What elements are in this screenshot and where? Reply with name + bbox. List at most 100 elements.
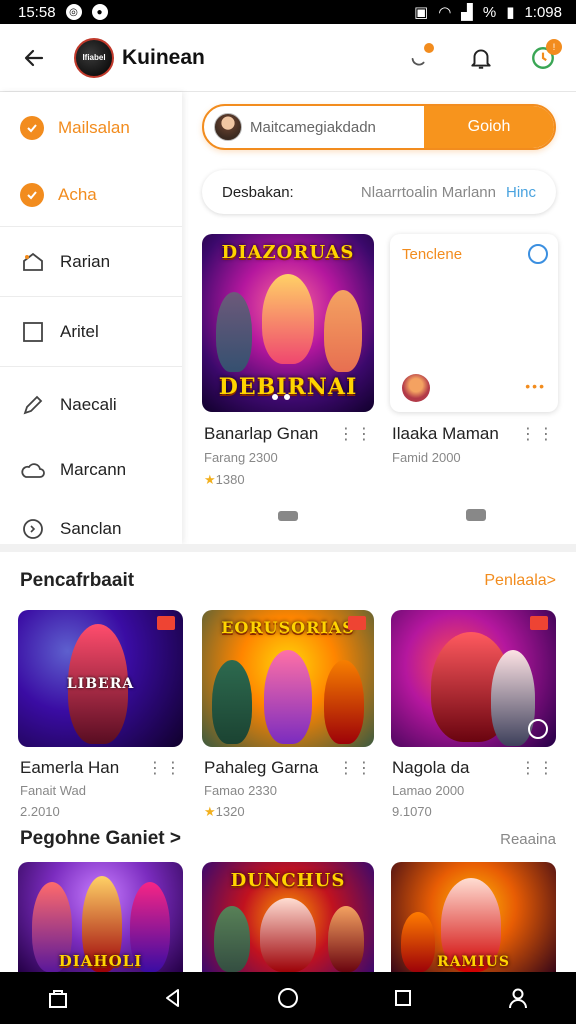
- sidebar-item-aritel[interactable]: Aritel: [0, 296, 182, 366]
- sidebar-item-label: Mailsalan: [58, 118, 130, 137]
- featured-card-title-row: Banarlap Gnan ⋮⋮: [204, 424, 374, 444]
- game-title: Nagola da: [392, 758, 470, 777]
- search-button[interactable]: Goioh: [424, 106, 554, 148]
- game-banner-title: RAMIUS: [437, 954, 510, 970]
- section-divider: [0, 544, 576, 552]
- refresh-button[interactable]: [402, 41, 436, 75]
- square-recents-icon: [395, 990, 412, 1006]
- sidebar-item-naecali[interactable]: Naecali: [0, 366, 182, 442]
- filter-label: Desbakan:: [222, 183, 294, 201]
- search-bar: Maitcamegiakdadn Goioh: [202, 104, 556, 150]
- game-card[interactable]: LIBERA: [18, 610, 183, 747]
- hero-figure: [260, 898, 316, 972]
- game-art: EORUSORIAS: [202, 610, 374, 747]
- card-title-row: Eamerla Han ⋮⋮: [20, 758, 183, 778]
- carousel-dots: [272, 394, 290, 400]
- signal-icon: ▟: [461, 4, 473, 21]
- rating-value: 1320: [215, 804, 245, 819]
- tag-icon: [157, 616, 175, 630]
- more-options-icon[interactable]: ⋮⋮: [338, 424, 374, 444]
- profile-button[interactable]: !: [526, 38, 562, 75]
- game-banner-title: EORUSORIAS: [221, 618, 355, 637]
- section-title[interactable]: Pegohne Ganiet >: [20, 828, 181, 850]
- game-art: DIAHOLI: [18, 862, 183, 972]
- more-options-icon[interactable]: ⋮⋮: [147, 758, 183, 778]
- card-title-row: Nagola da ⋮⋮: [392, 758, 556, 778]
- wifi-icon: ◠: [438, 4, 452, 21]
- filter-value[interactable]: Nlaarrtoalin Marlann: [361, 184, 496, 201]
- page-indicator: [278, 511, 298, 521]
- featured-info-card[interactable]: Tenclene •••: [390, 234, 558, 412]
- star-icon: ★: [204, 472, 216, 487]
- featured-game-card[interactable]: DIAZORUAS DEBIRNAI: [202, 234, 374, 412]
- search-input[interactable]: Maitcamegiakdadn: [242, 119, 424, 136]
- game-rating: ★1380: [204, 472, 245, 488]
- game-banner-title: DIAZORUAS: [221, 242, 355, 263]
- record-icon: ●: [91, 4, 108, 20]
- section-title: Pencafrbaait: [20, 570, 135, 591]
- sidebar-item-marcann[interactable]: Marcann: [0, 442, 182, 498]
- game-art: DIAZORUAS DEBIRNAI: [202, 234, 374, 412]
- game-banner-title: DIAHOLI: [58, 952, 143, 970]
- game-title: Banarlap Gnan: [204, 424, 319, 443]
- hero-figure: [328, 906, 364, 972]
- app-title: Kuinean: [122, 45, 205, 69]
- game-card[interactable]: EORUSORIAS: [202, 610, 374, 747]
- sidebar-item-mailsalan[interactable]: Mailsalan: [0, 92, 182, 164]
- rating-value: 1380: [215, 472, 245, 487]
- more-options-icon[interactable]: ⋮⋮: [520, 424, 556, 444]
- carousel-dot[interactable]: [272, 394, 278, 400]
- filter-hint-link[interactable]: Hinc: [506, 184, 536, 201]
- battery-icon: ▮: [506, 4, 515, 21]
- app-logo-text: Ifiabel: [82, 53, 106, 62]
- nav-recents-button[interactable]: [383, 978, 423, 1018]
- sidebar-item-rarian[interactable]: Rarian: [0, 226, 182, 296]
- featured-card-title-row: Ilaaka Maman ⋮⋮: [392, 424, 556, 444]
- see-all-link[interactable]: Penlaala>: [484, 572, 556, 590]
- notification-icon: ◎: [65, 4, 82, 20]
- sidebar-item-label: Sanclan: [60, 519, 122, 538]
- sidebar-item-label: Acha: [58, 185, 97, 204]
- game-card[interactable]: RAMIUS: [391, 862, 556, 972]
- avatar: [402, 374, 430, 402]
- game-rating: ★1320: [204, 804, 245, 820]
- pencil-icon: [20, 392, 46, 418]
- game-title: Eamerla Han: [20, 758, 120, 777]
- game-art: DUNCHUS: [202, 862, 374, 972]
- game-card[interactable]: DUNCHUS: [202, 862, 374, 972]
- bag-icon: [48, 990, 67, 1008]
- nav-profile-button[interactable]: [498, 978, 538, 1018]
- home-icon: [20, 249, 46, 275]
- check-icon: [20, 183, 44, 207]
- hero-figure: [262, 274, 314, 364]
- tag-icon: [348, 616, 366, 630]
- filter-bar[interactable]: Desbakan: Nlaarrtoalin Marlann Hinc: [202, 170, 556, 214]
- sidebar-item-label: Marcann: [60, 460, 127, 479]
- hero-figure: [324, 290, 362, 372]
- back-button[interactable]: [16, 40, 52, 76]
- more-options-icon[interactable]: ⋮⋮: [520, 758, 556, 778]
- compass-icon[interactable]: [528, 719, 548, 739]
- nav-back-button[interactable]: [153, 978, 193, 1018]
- status-bar: 15:58 ◎ ● ▣ ◠ ▟ % ▮ 1:098: [0, 0, 576, 24]
- square-icon: [20, 319, 46, 345]
- store-button[interactable]: [38, 978, 78, 1018]
- game-card[interactable]: DIAHOLI: [18, 862, 183, 972]
- game-rating: 9.1070: [392, 804, 432, 819]
- system-nav-bar: [0, 972, 576, 1024]
- compass-icon[interactable]: [528, 244, 548, 264]
- status-clock: 1:098: [524, 3, 562, 21]
- avatar[interactable]: [214, 113, 242, 141]
- more-options-icon[interactable]: •••: [525, 378, 546, 394]
- carousel-dot[interactable]: [284, 394, 290, 400]
- tag-icon: [530, 616, 548, 630]
- game-card[interactable]: [391, 610, 556, 747]
- clock-icon: [20, 516, 46, 542]
- status-time: 15:58: [18, 3, 56, 21]
- nav-home-button[interactable]: [268, 978, 308, 1018]
- notifications-button[interactable]: [464, 41, 498, 75]
- sidebar-item-acha[interactable]: Acha: [0, 164, 182, 226]
- more-options-icon[interactable]: ⋮⋮: [338, 758, 374, 778]
- section-action[interactable]: Reaaina: [500, 831, 556, 848]
- game-title: Pahaleg Garna: [204, 758, 319, 777]
